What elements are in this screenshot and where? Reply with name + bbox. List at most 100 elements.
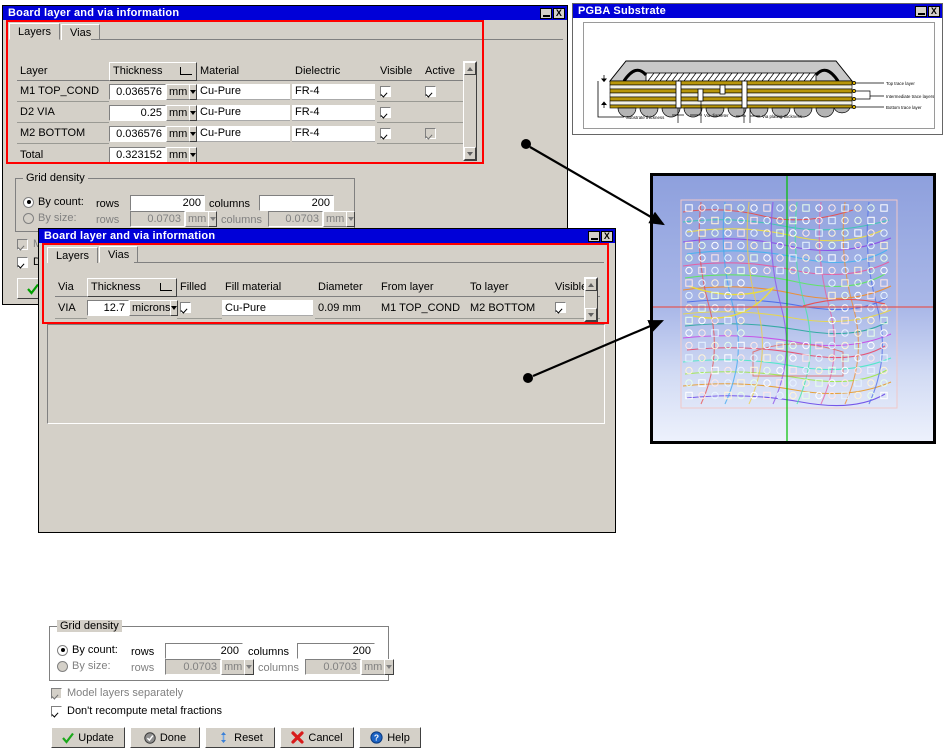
dialog2-button-row[interactable]: Update Done Reset Cancel ? Help <box>51 727 421 748</box>
visible-checkbox[interactable] <box>380 127 391 139</box>
dont-recompute-checkbox[interactable] <box>51 705 62 717</box>
cell-visible[interactable] <box>377 81 422 102</box>
col-header-material[interactable]: Material <box>197 62 292 81</box>
substrate-window-buttons[interactable]: X <box>915 5 940 17</box>
cell-dielectric[interactable]: FR-4 <box>292 124 377 143</box>
vias-table-scrollbar[interactable] <box>584 277 598 322</box>
scroll-down-icon[interactable] <box>464 147 476 160</box>
tab-layers[interactable]: Layers <box>9 23 61 40</box>
dialog2-titlebar[interactable]: Board layer and via information X <box>39 229 615 243</box>
dont-recompute-row-dialog2[interactable]: Don't recompute metal fractions <box>51 705 222 717</box>
cell-dielectric[interactable]: FR-4 <box>292 82 377 101</box>
col-header-layer[interactable]: Layer <box>17 62 109 81</box>
col-header-from-layer[interactable]: From layer <box>378 278 467 297</box>
active-checkbox[interactable] <box>425 85 436 97</box>
minimize-icon[interactable] <box>588 230 600 242</box>
scroll-down-icon[interactable] <box>585 308 597 321</box>
tab-vias[interactable]: Vias <box>99 246 139 263</box>
material-input[interactable]: Cu-Pure <box>197 125 290 142</box>
via-thickness-unit-combo[interactable]: microns <box>129 300 178 316</box>
visible-checkbox[interactable] <box>555 302 566 313</box>
by-size-radio[interactable] <box>57 660 68 672</box>
count-rows-input-dialog1[interactable]: 200 <box>130 195 205 211</box>
cell-dielectric[interactable]: FR-4 <box>292 103 377 122</box>
via-thickness-input[interactable]: 12.7 <box>87 300 129 316</box>
visible-checkbox[interactable] <box>380 85 391 97</box>
layers-table-scrollbar[interactable] <box>463 61 477 161</box>
col-header-filled[interactable]: Filled <box>177 278 222 297</box>
col-header-thickness[interactable]: Thickness <box>87 277 177 297</box>
cancel-button[interactable]: Cancel <box>280 727 354 748</box>
thickness-input[interactable]: 0.036576 <box>109 125 166 142</box>
material-input[interactable]: Cu-Pure <box>197 104 290 121</box>
cell-thickness[interactable]: 0.036576 mm <box>109 82 198 101</box>
by-count-radio[interactable] <box>23 196 34 208</box>
dielectric-input[interactable]: FR-4 <box>292 125 375 142</box>
help-button[interactable]: ? Help <box>359 727 421 748</box>
pcb-layout-view[interactable] <box>650 173 936 444</box>
count-columns-input-dialog1[interactable]: 200 <box>259 195 334 211</box>
cell-visible[interactable] <box>377 102 422 123</box>
col-header-via[interactable]: Via <box>55 278 87 297</box>
cell-material[interactable]: Cu-Pure <box>197 103 292 122</box>
reset-button[interactable]: Reset <box>205 727 275 748</box>
by-count-radio-row-dialog2[interactable]: By count: <box>57 644 118 656</box>
board-layer-via-dialog-vias[interactable]: Board layer and via information X Layers… <box>38 228 616 748</box>
close-icon[interactable]: X <box>553 7 565 19</box>
cell-material[interactable]: Cu-Pure <box>197 82 292 101</box>
col-header-active[interactable]: Active <box>422 62 466 81</box>
tab-vias[interactable]: Vias <box>61 24 101 40</box>
scroll-up-icon[interactable] <box>585 278 597 291</box>
close-icon[interactable]: X <box>601 230 613 242</box>
thickness-unit-combo[interactable]: mm <box>166 83 198 100</box>
col-header-thickness[interactable]: Thickness <box>109 61 197 81</box>
thickness-unit-combo[interactable]: mm <box>166 125 198 142</box>
pgba-substrate-window[interactable]: PGBA Substrate X Top trace layer Interme… <box>572 3 943 135</box>
col-header-visible[interactable]: Visible <box>377 62 422 81</box>
col-header-fill-material[interactable]: Fill material <box>222 278 315 297</box>
material-input[interactable]: Cu-Pure <box>197 83 290 100</box>
thickness-input[interactable]: 0.25 <box>109 104 166 121</box>
by-count-radio[interactable] <box>57 644 68 656</box>
col-header-to-layer[interactable]: To layer <box>467 278 552 297</box>
vias-table[interactable]: Via Thickness Filled Fill material Diame… <box>55 277 600 319</box>
count-rows-input-dialog2[interactable]: 200 <box>165 643 243 659</box>
table-row[interactable]: VIA 12.7 microns Cu-Pure 0.09 mm M1 TOP_… <box>55 297 600 319</box>
cell-filled[interactable] <box>177 297 222 319</box>
total-thickness-input[interactable]: 0.323152 <box>109 146 166 163</box>
substrate-titlebar[interactable]: PGBA Substrate X <box>573 4 942 18</box>
cell-material[interactable]: Cu-Pure <box>197 124 292 143</box>
dialog2-window-buttons[interactable]: X <box>588 230 613 242</box>
cell-thickness[interactable]: 12.7 microns <box>87 299 178 318</box>
tab-layers[interactable]: Layers <box>47 247 99 263</box>
visible-checkbox[interactable] <box>380 106 391 118</box>
dialog2-tabstrip[interactable]: Layers Vias <box>47 246 139 263</box>
cell-active[interactable] <box>422 81 466 102</box>
thickness-unit-combo[interactable]: mm <box>166 104 198 121</box>
dielectric-input[interactable]: FR-4 <box>292 83 375 100</box>
cell-total-thickness[interactable]: 0.323152 mm <box>109 145 198 164</box>
cell-visible[interactable] <box>377 123 422 144</box>
fill-material-input[interactable]: Cu-Pure <box>222 300 313 316</box>
col-header-diameter[interactable]: Diameter <box>315 278 378 297</box>
by-size-radio-row-dialog2[interactable]: By size: <box>57 660 111 672</box>
minimize-icon[interactable] <box>915 5 927 17</box>
dont-recompute-checkbox[interactable] <box>17 256 28 268</box>
cell-thickness[interactable]: 0.036576 mm <box>109 124 198 143</box>
filled-checkbox[interactable] <box>180 302 191 313</box>
dialog1-window-buttons[interactable]: X <box>540 7 565 19</box>
close-icon[interactable]: X <box>928 5 940 17</box>
total-unit-combo[interactable]: mm <box>166 146 198 163</box>
cell-fill-material[interactable]: Cu-Pure <box>222 299 315 318</box>
minimize-icon[interactable] <box>540 7 552 19</box>
scroll-up-icon[interactable] <box>464 62 476 75</box>
cell-thickness[interactable]: 0.25 mm <box>109 103 198 122</box>
count-columns-input-dialog2[interactable]: 200 <box>297 643 375 659</box>
thickness-input[interactable]: 0.036576 <box>109 83 166 100</box>
update-button[interactable]: Update <box>51 727 125 748</box>
done-button[interactable]: Done <box>130 727 200 748</box>
dielectric-input[interactable]: FR-4 <box>292 104 375 121</box>
by-size-radio-row-dialog1[interactable]: By size: <box>23 212 77 224</box>
by-count-radio-row-dialog1[interactable]: By count: <box>23 196 84 208</box>
by-size-radio[interactable] <box>23 212 34 224</box>
